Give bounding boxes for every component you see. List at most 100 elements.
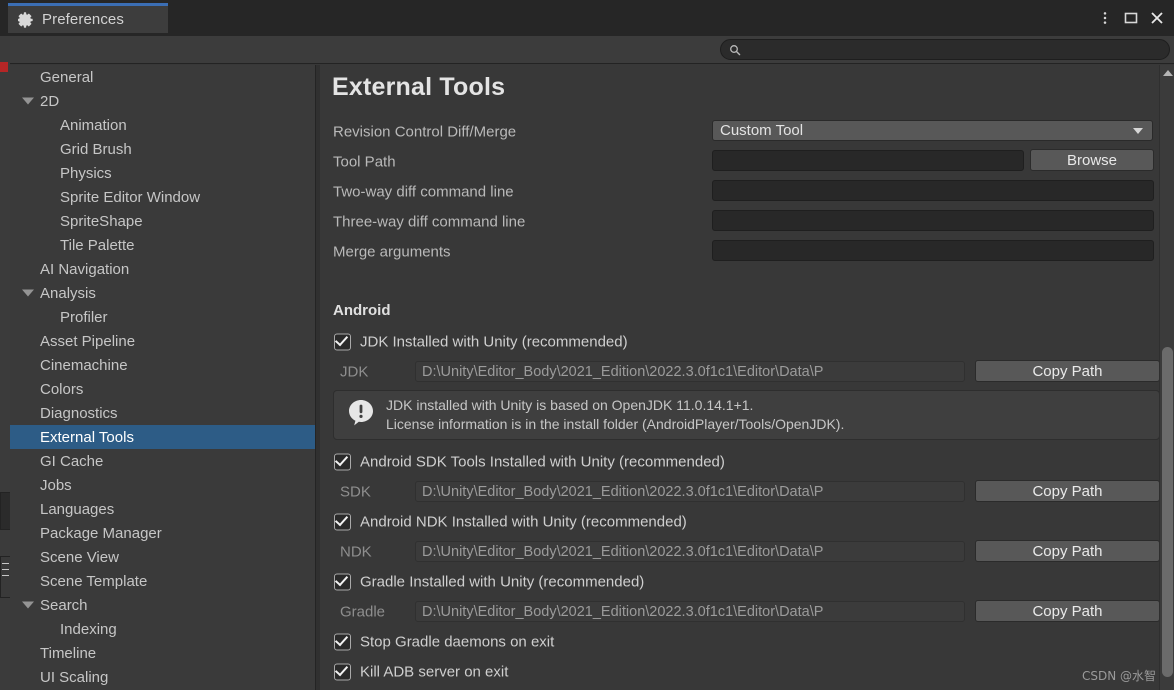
kill-adb-server-checkbox[interactable] — [334, 662, 351, 681]
gradle-checkbox-row[interactable]: Gradle Installed with Unity (recommended… — [320, 569, 1174, 595]
sidebar-item-jobs[interactable]: Jobs — [10, 473, 315, 497]
sidebar-item-label: Asset Pipeline — [40, 332, 136, 350]
stop-gradle-daemons-checkbox[interactable] — [334, 632, 351, 651]
ndk-copy-path-button[interactable]: Copy Path — [975, 540, 1160, 562]
sdk-checkbox-row[interactable]: Android SDK Tools Installed with Unity (… — [320, 449, 1174, 475]
sidebar-item-label: Animation — [60, 116, 127, 134]
maximize-icon[interactable] — [1118, 3, 1144, 33]
revision-control-label: Revision Control Diff/Merge — [333, 123, 517, 141]
background-marker — [0, 62, 8, 72]
revision-control-dropdown[interactable]: Custom Tool — [712, 120, 1153, 141]
sidebar-item-external-tools[interactable]: External Tools — [10, 425, 315, 449]
preferences-window: Preferences General 2D Animation Grid Br… — [0, 0, 1174, 690]
sidebar-item-label: AI Navigation — [40, 260, 130, 278]
sidebar-item-2d[interactable]: 2D — [10, 89, 315, 113]
tree-expand-arrow-icon[interactable] — [22, 289, 34, 297]
tool-path-input[interactable] — [712, 150, 1024, 171]
sidebar-item-ai-navigation[interactable]: AI Navigation — [10, 257, 315, 281]
title-bar: Preferences — [0, 0, 1174, 36]
sidebar-item-asset-pipeline[interactable]: Asset Pipeline — [10, 329, 315, 353]
vertical-scrollbar[interactable] — [1159, 65, 1174, 690]
sidebar-item-label: Grid Brush — [60, 140, 132, 158]
gradle-path-row: Gradle D:\Unity\Editor_Body\2021_Edition… — [320, 598, 1174, 625]
ndk-checkbox-row[interactable]: Android NDK Installed with Unity (recomm… — [320, 509, 1174, 535]
sidebar-item-label: Package Manager — [40, 524, 162, 542]
jdk-checkbox-row[interactable]: JDK Installed with Unity (recommended) — [320, 329, 1174, 355]
sdk-path-field: D:\Unity\Editor_Body\2021_Edition\2022.3… — [415, 481, 965, 502]
sidebar-item-label: Jobs — [40, 476, 72, 494]
sidebar-item-search[interactable]: Search — [10, 593, 315, 617]
ndk-path-label: NDK — [340, 543, 372, 560]
tree-expand-arrow-icon[interactable] — [22, 97, 34, 105]
sdk-path-label: SDK — [340, 483, 371, 500]
kill-adb-server-row[interactable]: Kill ADB server on exit — [320, 659, 1174, 685]
sidebar-item-general[interactable]: General — [10, 65, 315, 89]
sidebar-item-label: Profiler — [60, 308, 108, 326]
ndk-checkbox[interactable] — [334, 512, 351, 531]
kill-adb-server-label: Kill ADB server on exit — [360, 663, 509, 681]
jdk-info-line-1: JDK installed with Unity is based on Ope… — [386, 397, 754, 413]
settings-tree[interactable]: General 2D Animation Grid Brush Physics Sprit… — [10, 65, 315, 690]
sidebar-item-scene-template[interactable]: Scene Template — [10, 569, 315, 593]
tree-expand-arrow-icon[interactable] — [22, 601, 34, 609]
sidebar-item-label: Tile Palette — [60, 236, 135, 254]
sidebar-item-label: SpriteShape — [60, 212, 143, 230]
tab-preferences[interactable]: Preferences — [8, 3, 168, 33]
two-way-diff-label: Two-way diff command line — [333, 183, 514, 201]
jdk-checkbox[interactable] — [334, 332, 351, 351]
jdk-copy-path-button[interactable]: Copy Path — [975, 360, 1160, 382]
sidebar-item-label: Indexing — [60, 620, 117, 638]
browse-button[interactable]: Browse — [1030, 149, 1154, 171]
sidebar-item-animation[interactable]: Animation — [10, 113, 315, 137]
scroll-up-arrow-icon[interactable] — [1163, 70, 1173, 76]
sidebar-item-label: Physics — [60, 164, 112, 182]
merge-arguments-input[interactable] — [712, 240, 1154, 261]
sidebar-item-spriteshape[interactable]: SpriteShape — [10, 209, 315, 233]
sidebar-item-ui-scaling[interactable]: UI Scaling — [10, 665, 315, 689]
gradle-copy-path-button[interactable]: Copy Path — [975, 600, 1160, 622]
sidebar-item-analysis[interactable]: Analysis — [10, 281, 315, 305]
sidebar-item-scene-view[interactable]: Scene View — [10, 545, 315, 569]
sidebar-item-physics[interactable]: Physics — [10, 161, 315, 185]
sidebar-item-colors[interactable]: Colors — [10, 377, 315, 401]
scrollbar-thumb[interactable] — [1162, 347, 1173, 677]
sidebar-item-indexing[interactable]: Indexing — [10, 617, 315, 641]
sidebar-item-label: Cinemachine — [40, 356, 128, 374]
sidebar-item-label: 2D — [40, 92, 60, 110]
jdk-path-label: JDK — [340, 363, 369, 380]
sidebar-item-label: UI Scaling — [40, 668, 109, 686]
sidebar-item-profiler[interactable]: Profiler — [10, 305, 315, 329]
jdk-path-field: D:\Unity\Editor_Body\2021_Edition\2022.3… — [415, 361, 965, 382]
sidebar-item-timeline[interactable]: Timeline — [10, 641, 315, 665]
sidebar-item-package-manager[interactable]: Package Manager — [10, 521, 315, 545]
sidebar-item-cinemachine[interactable]: Cinemachine — [10, 353, 315, 377]
three-way-diff-input[interactable] — [712, 210, 1154, 231]
revision-control-value: Custom Tool — [720, 122, 804, 139]
search-input[interactable] — [741, 42, 1169, 57]
sidebar-item-label: Scene Template — [40, 572, 148, 590]
jdk-path-row: JDK D:\Unity\Editor_Body\2021_Edition\20… — [320, 358, 1174, 385]
window-controls — [1092, 0, 1170, 36]
tool-path-label: Tool Path — [333, 153, 396, 171]
background-editor-strip — [0, 0, 11, 690]
sidebar-item-diagnostics[interactable]: Diagnostics — [10, 401, 315, 425]
ndk-path-field: D:\Unity\Editor_Body\2021_Edition\2022.3… — [415, 541, 965, 562]
sidebar-item-languages[interactable]: Languages — [10, 497, 315, 521]
three-way-diff-label: Three-way diff command line — [333, 213, 526, 231]
gradle-checkbox[interactable] — [334, 572, 351, 591]
stop-gradle-daemons-row[interactable]: Stop Gradle daemons on exit — [320, 629, 1174, 655]
search-field[interactable] — [720, 39, 1170, 60]
sidebar-item-tile-palette[interactable]: Tile Palette — [10, 233, 315, 257]
two-way-diff-input[interactable] — [712, 180, 1154, 201]
row-two-way-diff: Two-way diff command line — [320, 177, 1174, 207]
close-icon[interactable] — [1144, 3, 1170, 33]
sdk-checkbox[interactable] — [334, 452, 351, 471]
sidebar-item-gi-cache[interactable]: GI Cache — [10, 449, 315, 473]
tab-label: Preferences — [42, 11, 124, 28]
gradle-path-label: Gradle — [340, 603, 386, 620]
overflow-menu-icon[interactable] — [1092, 3, 1118, 33]
sidebar-item-label: Colors — [40, 380, 84, 398]
sdk-copy-path-button[interactable]: Copy Path — [975, 480, 1160, 502]
sidebar-item-sprite-editor-window[interactable]: Sprite Editor Window — [10, 185, 315, 209]
sidebar-item-grid-brush[interactable]: Grid Brush — [10, 137, 315, 161]
